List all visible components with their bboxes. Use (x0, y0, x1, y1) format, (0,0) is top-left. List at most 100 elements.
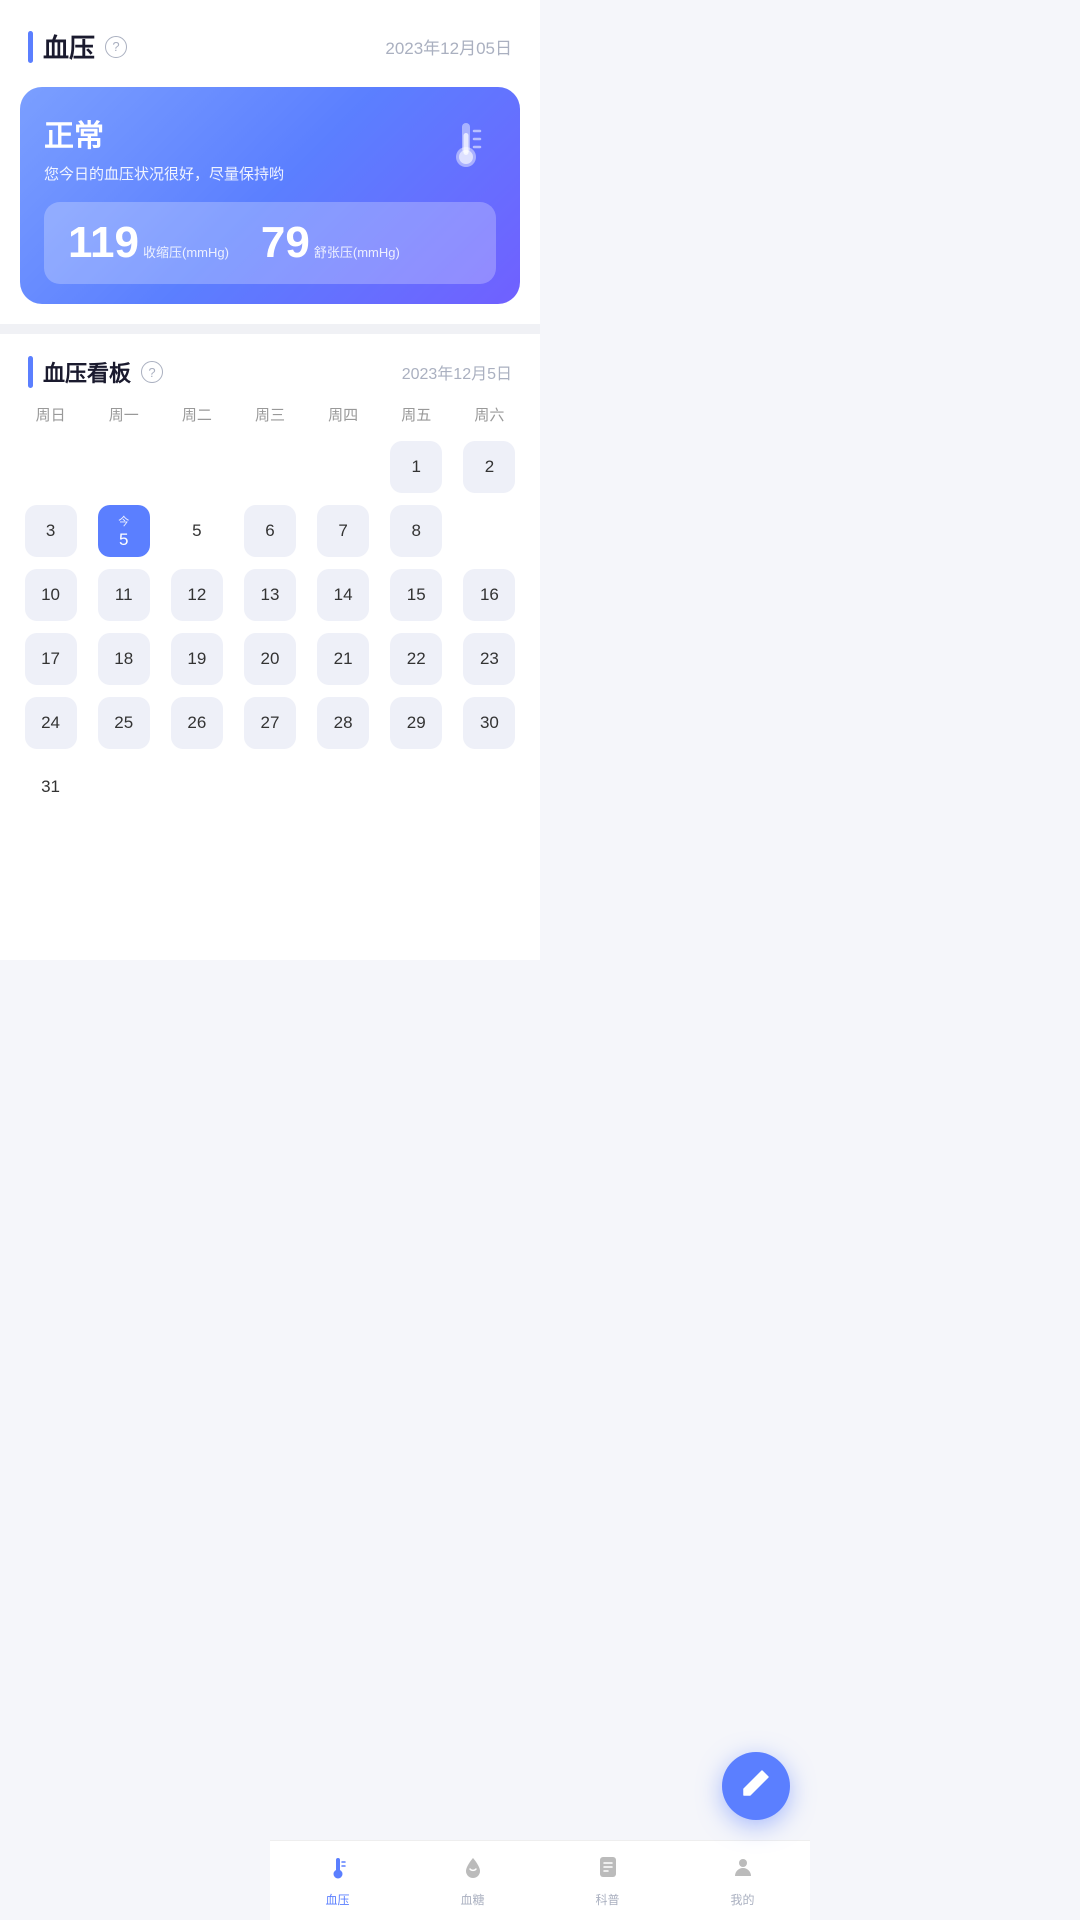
header-date: 2023年12月05日 (385, 34, 512, 59)
systolic-value-item: 119 收缩压(mmHg) (68, 218, 229, 268)
calendar-day[interactable]: 3 (14, 499, 87, 563)
calendar-day[interactable]: 今5 (87, 499, 160, 563)
day-number: 28 (334, 713, 353, 733)
calendar-day (453, 499, 526, 563)
calendar-day (160, 755, 233, 819)
nav-item-血压[interactable]: 血压 (270, 1854, 405, 1908)
day-number: 17 (41, 649, 60, 669)
day-number: 1 (412, 457, 421, 477)
calendar-header-left: 血压看板 ? (28, 356, 163, 388)
systolic-unit: 收缩压(mmHg) (143, 242, 229, 261)
nav-item-血糖[interactable]: 血糖 (405, 1854, 540, 1908)
calendar-day[interactable]: 17 (14, 627, 87, 691)
systolic-number: 119 (68, 218, 139, 268)
calendar-day[interactable]: 15 (380, 563, 453, 627)
bp-description: 您今日的血压状况很好，尽量保持哟 (44, 163, 284, 184)
calendar-day (233, 755, 306, 819)
calendar-help-button[interactable]: ? (141, 361, 163, 383)
calendar-day[interactable]: 18 (87, 627, 160, 691)
bp-status: 正常 (44, 111, 284, 155)
calendar-day[interactable]: 10 (14, 563, 87, 627)
bp-card-top: 正常 您今日的血压状况很好，尽量保持哟 (44, 111, 496, 202)
calendar-day[interactable]: 14 (307, 563, 380, 627)
weekday-label: 周三 (233, 398, 306, 431)
calendar-day[interactable]: 7 (307, 499, 380, 563)
day-number: 22 (407, 649, 426, 669)
bp-card-left: 正常 您今日的血压状况很好，尽量保持哟 (44, 111, 284, 202)
calendar-day (87, 755, 160, 819)
weekday-label: 周四 (307, 398, 380, 431)
calendar-day[interactable]: 25 (87, 691, 160, 755)
day-number: 13 (261, 585, 280, 605)
day-number: 15 (407, 585, 426, 605)
calendar-day[interactable]: 8 (380, 499, 453, 563)
calendar-date: 2023年12月5日 (402, 360, 512, 384)
day-number: 19 (187, 649, 206, 669)
calendar-day[interactable]: 19 (160, 627, 233, 691)
calendar-day (307, 435, 380, 499)
calendar-day[interactable]: 31 (14, 755, 87, 819)
weekday-label: 周五 (380, 398, 453, 431)
weekday-row: 周日周一周二周三周四周五周六 (0, 398, 540, 431)
page: 血压 ? 2023年12月05日 正常 您今日的血压状况很好，尽量保持哟 (0, 0, 540, 960)
nav-item-科普[interactable]: 科普 (540, 1854, 675, 1908)
section-divider (0, 324, 540, 334)
nav-item-我的[interactable]: 我的 (675, 1854, 810, 1908)
calendar-day (87, 435, 160, 499)
calendar-day (453, 755, 526, 819)
calendar-day[interactable]: 21 (307, 627, 380, 691)
day-number: 31 (41, 777, 60, 797)
bottom-nav: 血压 血糖科普 我的 (270, 1840, 810, 1920)
calendar-day[interactable]: 24 (14, 691, 87, 755)
nav-label-血压: 血压 (325, 1891, 349, 1908)
calendar-day[interactable]: 16 (453, 563, 526, 627)
calendar-grid[interactable]: 123今556781011121314151617181920212223242… (0, 435, 540, 819)
day-number: 14 (334, 585, 353, 605)
calendar-day (14, 435, 87, 499)
diastolic-number: 79 (261, 218, 310, 268)
day-number: 16 (480, 585, 499, 605)
calendar-day[interactable]: 11 (87, 563, 160, 627)
calendar-day[interactable]: 27 (233, 691, 306, 755)
calendar-day[interactable]: 12 (160, 563, 233, 627)
calendar-day[interactable]: 28 (307, 691, 380, 755)
calendar-day (233, 435, 306, 499)
weekday-label: 周日 (14, 398, 87, 431)
calendar-day[interactable]: 20 (233, 627, 306, 691)
day-number: 2 (485, 457, 494, 477)
day-number: 11 (115, 585, 133, 605)
day-number: 18 (114, 649, 133, 669)
thermometer-icon (436, 111, 496, 180)
calendar-day[interactable]: 1 (380, 435, 453, 499)
day-number: 3 (46, 521, 55, 541)
calendar-day[interactable]: 5 (160, 499, 233, 563)
day-number: 7 (338, 521, 347, 541)
nav-icon-科普 (595, 1854, 621, 1887)
day-number: 26 (187, 713, 206, 733)
nav-label-科普: 科普 (595, 1891, 619, 1908)
weekday-label: 周一 (87, 398, 160, 431)
day-number: 8 (412, 521, 421, 541)
page-title: 血压 (43, 28, 95, 65)
calendar-day[interactable]: 26 (160, 691, 233, 755)
calendar-day[interactable]: 23 (453, 627, 526, 691)
day-number: 23 (480, 649, 499, 669)
help-button[interactable]: ? (105, 36, 127, 58)
nav-label-我的: 我的 (730, 1891, 754, 1908)
calendar-day[interactable]: 30 (453, 691, 526, 755)
calendar-day (160, 435, 233, 499)
day-number: 10 (41, 585, 60, 605)
accent-bar (28, 31, 33, 63)
day-number: 5 (192, 521, 201, 541)
calendar-title: 血压看板 (43, 356, 131, 388)
calendar-day[interactable]: 6 (233, 499, 306, 563)
calendar-day[interactable]: 29 (380, 691, 453, 755)
calendar-day[interactable]: 22 (380, 627, 453, 691)
calendar-day[interactable]: 2 (453, 435, 526, 499)
nav-icon-血糖 (460, 1854, 486, 1887)
diastolic-value-item: 79 舒张压(mmHg) (261, 218, 400, 268)
calendar-day[interactable]: 13 (233, 563, 306, 627)
add-record-fab[interactable] (722, 1752, 790, 1820)
day-number: 29 (407, 713, 426, 733)
calendar-day (380, 755, 453, 819)
